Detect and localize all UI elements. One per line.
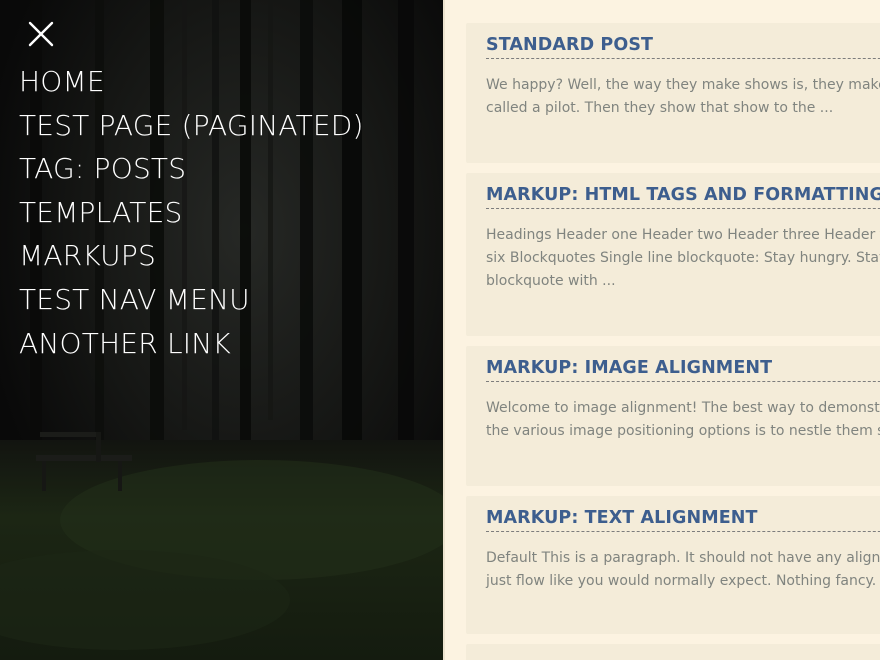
page: HOME TEST PAGE (PAGINATED) TAG: POSTS TE…	[0, 0, 880, 660]
excerpt-line: six Blockquotes Single line blockquote: …	[486, 250, 880, 266]
nav-item-tag-posts[interactable]: TAG: POSTS	[19, 147, 364, 191]
excerpt-line: Default This is a paragraph. It should n…	[486, 550, 880, 566]
post-title-link[interactable]: MARKUP: HTML TAGS AND FORMATTING	[486, 185, 880, 205]
excerpt-line: Headings Header one Header two Header th…	[486, 227, 880, 243]
title-underline	[486, 58, 880, 59]
title-underline	[486, 531, 880, 532]
post-excerpt: Headings Header one Header two Header th…	[486, 224, 880, 293]
close-menu-button[interactable]	[28, 21, 54, 47]
main-navigation: HOME TEST PAGE (PAGINATED) TAG: POSTS TE…	[19, 60, 364, 365]
excerpt-line: Welcome to image alignment! The best way…	[486, 400, 880, 416]
nav-item-markups[interactable]: MARKUPS	[19, 234, 364, 278]
excerpt-line: blockquote with ...	[486, 273, 616, 289]
post-title-link[interactable]: MARKUP: TEXT ALIGNMENT	[486, 508, 758, 528]
post-title-link[interactable]: MARKUP: IMAGE ALIGNMENT	[486, 358, 772, 378]
menu-panel: HOME TEST PAGE (PAGINATED) TAG: POSTS TE…	[0, 0, 443, 660]
nav-item-home[interactable]: HOME	[19, 60, 364, 104]
excerpt-line: the various image positioning options is…	[486, 423, 880, 439]
post-card: MARKUP: IMAGE ALIGNMENT Welcome to image…	[466, 346, 880, 486]
nav-item-test-page-paginated[interactable]: TEST PAGE (PAGINATED)	[19, 104, 364, 148]
title-underline	[486, 381, 880, 382]
nav-item-another-link[interactable]: ANOTHER LINK	[19, 322, 364, 366]
post-excerpt: Default This is a paragraph. It should n…	[486, 547, 880, 593]
posts-list: STANDARD POST We happy? Well, the way th…	[445, 0, 880, 660]
post-card: STANDARD POST We happy? Well, the way th…	[466, 23, 880, 163]
post-excerpt: Welcome to image alignment! The best way…	[486, 397, 880, 443]
excerpt-line: just flow like you would normally expect…	[486, 573, 877, 589]
nav-item-test-nav-menu[interactable]: TEST NAV MENU	[19, 278, 364, 322]
close-icon	[28, 21, 54, 47]
nav-item-templates[interactable]: TEMPLATES	[19, 191, 364, 235]
post-card: MARKUP: TEXT ALIGNMENT Default This is a…	[466, 496, 880, 634]
post-card	[466, 644, 880, 660]
post-title-link[interactable]: STANDARD POST	[486, 35, 653, 55]
post-card: MARKUP: HTML TAGS AND FORMATTING Heading…	[466, 173, 880, 336]
post-excerpt: We happy? Well, the way they make shows …	[486, 74, 880, 120]
excerpt-line: We happy? Well, the way they make shows …	[486, 77, 880, 93]
excerpt-line: called a pilot. Then they show that show…	[486, 100, 834, 116]
title-underline	[486, 208, 880, 209]
